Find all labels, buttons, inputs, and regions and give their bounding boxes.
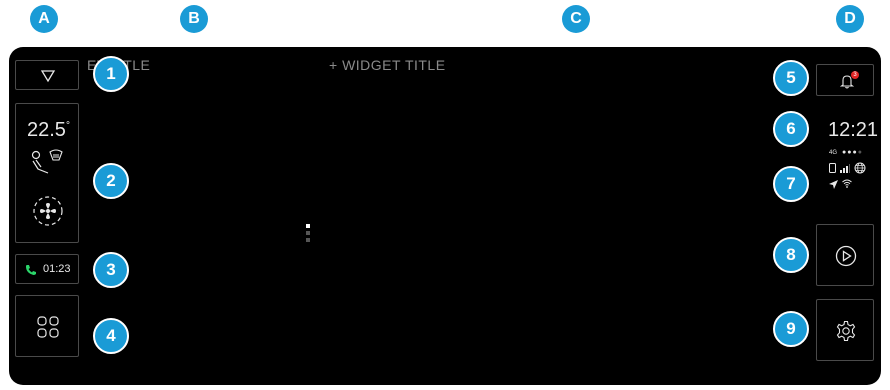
apps-button[interactable] xyxy=(15,295,79,357)
callout-9: 9 xyxy=(773,311,809,347)
apps-grid-icon xyxy=(37,316,59,338)
media-play-button[interactable] xyxy=(816,224,874,286)
network-type: 4G xyxy=(829,150,838,156)
status-indicators: 4G ●●●● xyxy=(828,149,876,196)
defrost-icon xyxy=(49,149,63,161)
phone-device-icon xyxy=(829,163,836,173)
signal-icon xyxy=(840,164,850,173)
climate-tile[interactable]: 22.5° xyxy=(15,103,79,243)
callout-4: 4 xyxy=(93,318,129,354)
page-dot[interactable] xyxy=(306,231,310,235)
callout-1: 1 xyxy=(93,56,129,92)
location-arrow-icon xyxy=(829,180,838,189)
notification-count-badge: 3 xyxy=(851,71,859,79)
callout-3: 3 xyxy=(93,252,129,288)
page-dot-active[interactable] xyxy=(306,224,310,228)
callout-2: 2 xyxy=(93,163,129,199)
play-icon xyxy=(835,245,857,267)
settings-button[interactable] xyxy=(816,299,874,361)
signal-dots: ●●●● xyxy=(842,149,863,156)
column-label-c: C xyxy=(562,5,590,33)
wifi-icon xyxy=(842,179,852,188)
page-indicator[interactable] xyxy=(306,224,310,245)
active-call-tile[interactable]: 01:23 xyxy=(15,254,79,284)
page-dot[interactable] xyxy=(306,238,310,242)
chevron-down-icon xyxy=(40,70,56,83)
dropdown-toggle-button[interactable] xyxy=(15,60,79,90)
clock: 12:21 xyxy=(828,119,879,141)
globe-icon xyxy=(854,162,866,174)
column-label-d: D xyxy=(836,5,864,33)
widget-title-center[interactable]: + WIDGET TITLE xyxy=(329,57,446,73)
column-label-b: B xyxy=(180,5,208,33)
gear-icon xyxy=(836,320,856,342)
column-label-a: A xyxy=(30,5,58,33)
fan-icon[interactable] xyxy=(32,195,64,227)
temperature-readout: 22.5° xyxy=(27,119,70,141)
head-unit-screen: ET TITLE + WIDGET TITLE 22.5° 0 xyxy=(9,47,881,385)
phone-icon xyxy=(26,265,36,275)
callout-8: 8 xyxy=(773,237,809,273)
callout-7: 7 xyxy=(773,166,809,202)
call-duration: 01:23 xyxy=(43,263,71,275)
callout-6: 6 xyxy=(773,111,809,147)
notifications-button[interactable]: 3 xyxy=(816,64,874,96)
callout-5: 5 xyxy=(773,60,809,96)
